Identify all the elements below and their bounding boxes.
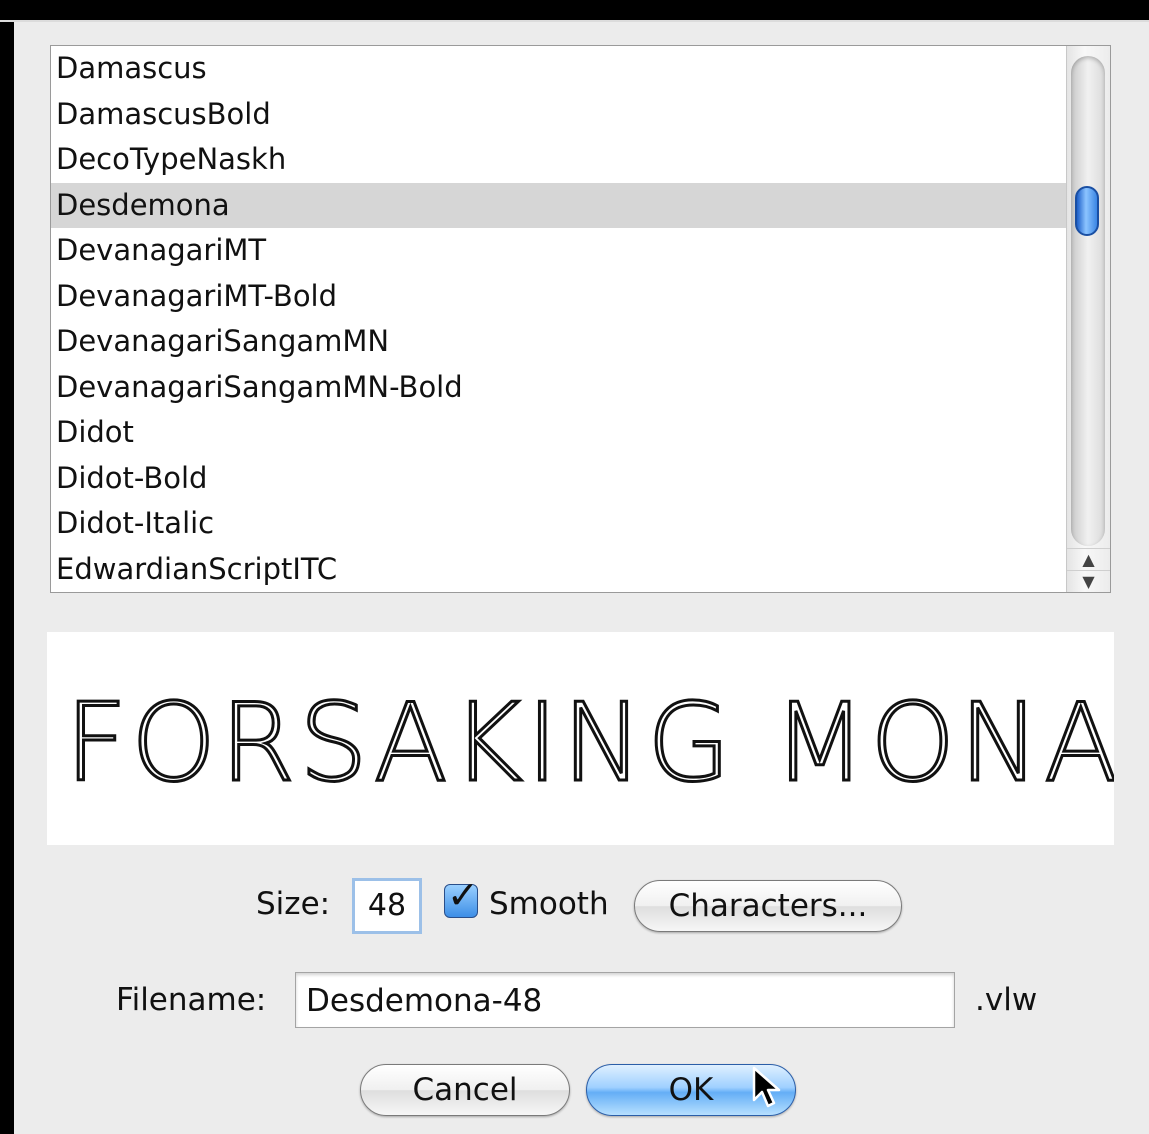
size-row: Size: 48 ✓ Smooth Characters... xyxy=(0,875,1149,940)
checkmark-icon: ✓ xyxy=(447,873,479,917)
font-list-item[interactable]: Didot-Italic xyxy=(51,501,1066,547)
font-list-item[interactable]: DamascusBold xyxy=(51,92,1066,138)
scrollbar-track[interactable] xyxy=(1071,56,1105,546)
filename-extension: .vlw xyxy=(975,982,1038,1018)
font-list-item[interactable]: DevanagariSangamMN-Bold xyxy=(51,365,1066,411)
smooth-checkbox[interactable]: ✓ xyxy=(444,875,479,918)
down-arrow-icon[interactable]: ▼ xyxy=(1067,570,1110,592)
filename-label: Filename: xyxy=(116,982,267,1018)
size-input[interactable]: 48 xyxy=(352,878,422,934)
smooth-label[interactable]: Smooth xyxy=(489,886,609,922)
font-list-item[interactable]: DevanagariMT-Bold xyxy=(51,274,1066,320)
font-preview: FORSAKING MONASTI xyxy=(47,632,1114,845)
font-list-item[interactable]: DevanagariSangamMN xyxy=(51,319,1066,365)
font-list-item[interactable]: DecoTypeNaskh xyxy=(51,137,1066,183)
characters-button[interactable]: Characters... xyxy=(634,880,902,932)
font-list-item-selected[interactable]: Desdemona xyxy=(51,182,1066,228)
scrollbar-thumb[interactable] xyxy=(1075,186,1099,236)
window-top-edge xyxy=(0,0,1149,20)
font-list-scrollbar[interactable]: ▲ ▼ xyxy=(1066,46,1110,592)
mouse-pointer-icon xyxy=(752,1066,781,1108)
up-arrow-icon[interactable]: ▲ xyxy=(1067,548,1110,571)
font-list[interactable]: Damascus DamascusBold DecoTypeNaskh Desd… xyxy=(50,45,1111,593)
size-label: Size: xyxy=(256,886,331,922)
preview-text: FORSAKING MONASTI xyxy=(63,681,1114,806)
font-list-item[interactable]: Didot xyxy=(51,410,1066,456)
font-list-item[interactable]: EdwardianScriptITC xyxy=(51,547,1066,593)
font-list-item[interactable]: DevanagariMT xyxy=(51,228,1066,274)
cancel-button[interactable]: Cancel xyxy=(360,1064,570,1116)
font-list-item[interactable]: Damascus xyxy=(51,46,1066,92)
filename-input[interactable]: Desdemona-48 xyxy=(295,972,955,1028)
font-list-item[interactable]: Didot-Bold xyxy=(51,456,1066,502)
